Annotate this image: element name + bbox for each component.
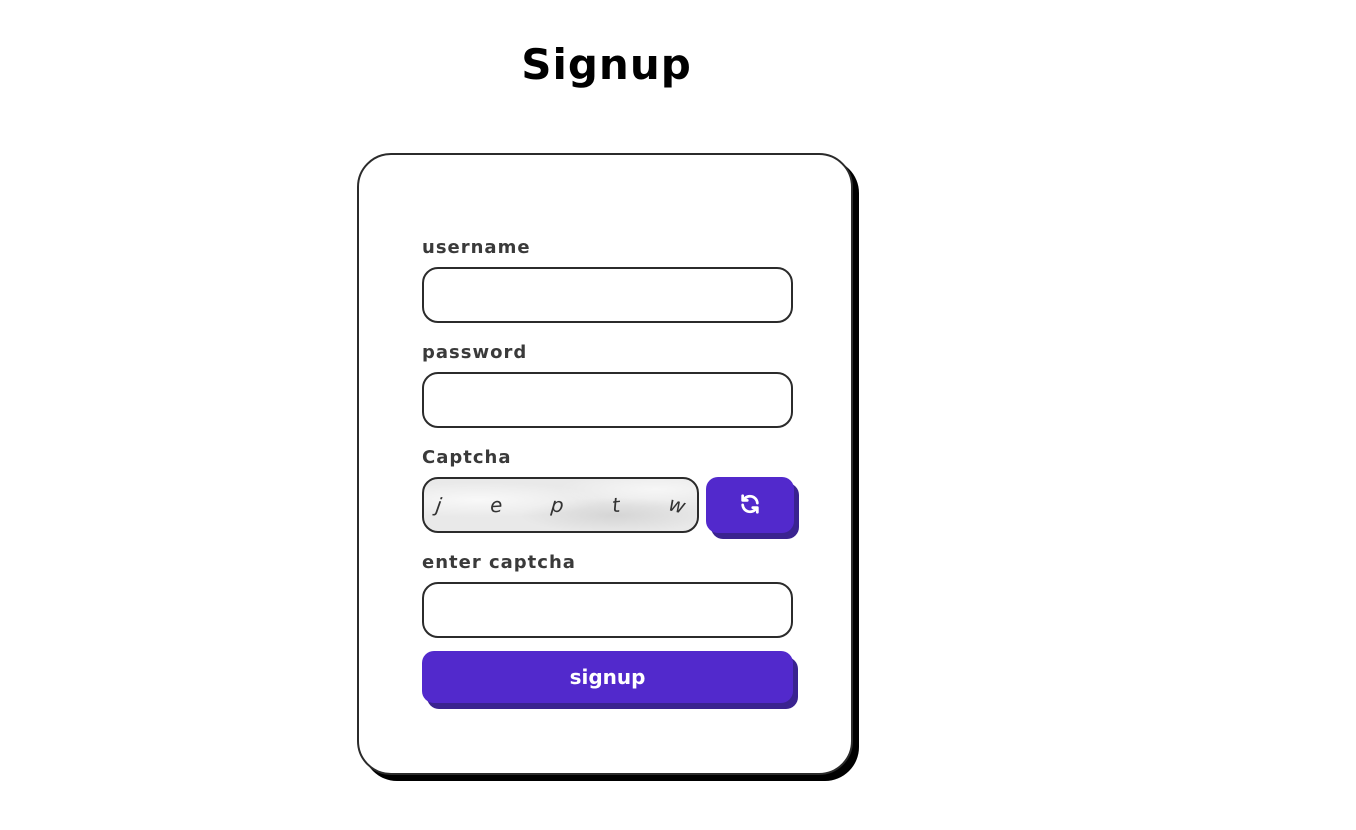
password-input[interactable] bbox=[422, 372, 793, 428]
password-label: password bbox=[422, 342, 528, 363]
captcha-char: j bbox=[434, 492, 444, 518]
captcha-char: t bbox=[610, 492, 622, 518]
signup-card: username password Captcha j e p t w ente… bbox=[357, 153, 853, 775]
refresh-icon bbox=[739, 493, 761, 518]
captcha-char: w bbox=[665, 491, 688, 519]
refresh-captcha-button[interactable] bbox=[706, 477, 794, 533]
enter-captcha-label: enter captcha bbox=[422, 552, 576, 573]
username-label: username bbox=[422, 237, 531, 258]
signup-button[interactable]: signup bbox=[422, 651, 793, 703]
captcha-char: p bbox=[549, 492, 565, 518]
page-title: Signup bbox=[521, 40, 692, 89]
captcha-char: e bbox=[489, 492, 504, 518]
captcha-image: j e p t w bbox=[422, 477, 699, 533]
captcha-label: Captcha bbox=[422, 447, 512, 468]
enter-captcha-input[interactable] bbox=[422, 582, 793, 638]
username-input[interactable] bbox=[422, 267, 793, 323]
